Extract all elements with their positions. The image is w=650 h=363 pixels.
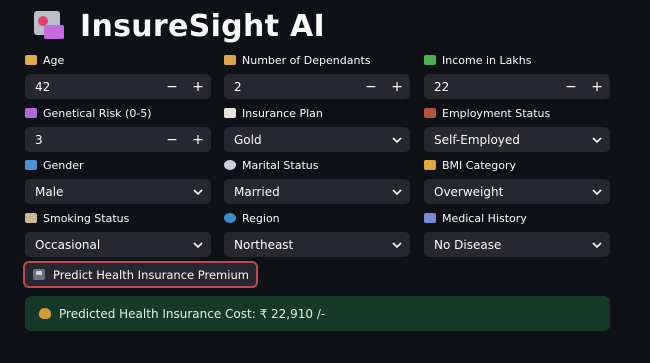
stethoscope-icon [424, 213, 436, 223]
dependants-input[interactable]: 2 − + [224, 74, 410, 99]
gender-select[interactable]: Male [25, 179, 211, 204]
employment-label: Employment Status [442, 106, 551, 120]
genetic-risk-decrement-button[interactable]: − [159, 127, 185, 152]
bmi-value: Overweight [434, 184, 504, 199]
bmi-select[interactable]: Overweight [424, 179, 610, 204]
employment-select[interactable]: Self-Employed [424, 127, 610, 152]
income-value: 22 [434, 79, 450, 94]
region-select[interactable]: Northeast [224, 232, 410, 257]
gender-value: Male [35, 184, 64, 199]
employment-value: Self-Employed [434, 132, 520, 147]
smoking-label: Smoking Status [43, 211, 130, 225]
globe-icon [224, 213, 236, 223]
chevron-down-icon[interactable] [384, 240, 410, 250]
genetic-risk-input[interactable]: 3 − + [25, 127, 211, 152]
calculator-icon [33, 269, 45, 280]
marital-label: Marital Status [242, 158, 319, 172]
medical-history-label: Medical History [442, 211, 527, 225]
dependants-label: Number of Dependants [242, 53, 371, 67]
money-bag-icon [39, 308, 51, 319]
money-icon [424, 55, 436, 65]
document-icon [224, 108, 236, 118]
insurance-plan-label: Insurance Plan [242, 106, 323, 120]
income-decrement-button[interactable]: − [558, 74, 584, 99]
marital-value: Married [234, 184, 280, 199]
chevron-down-icon[interactable] [584, 240, 610, 250]
chevron-down-icon[interactable] [384, 135, 410, 145]
income-input[interactable]: 22 − + [424, 74, 610, 99]
dna-icon [25, 108, 37, 118]
employment-field: Employment Status Self-Employed [424, 105, 610, 152]
page-title: InsureSight AI [80, 8, 325, 44]
insurance-card-icon [32, 11, 66, 41]
chevron-down-icon[interactable] [584, 187, 610, 197]
medical-history-select[interactable]: No Disease [424, 232, 610, 257]
predict-button-label: Predict Health Insurance Premium [53, 267, 249, 282]
region-field: Region Northeast [224, 210, 410, 257]
dependants-field: Number of Dependants 2 − + [224, 52, 410, 99]
dependants-decrement-button[interactable]: − [358, 74, 384, 99]
smoking-value: Occasional [35, 237, 101, 252]
predict-premium-button[interactable]: Predict Health Insurance Premium [23, 261, 258, 288]
cigarette-icon [25, 213, 37, 223]
chevron-down-icon[interactable] [185, 240, 211, 250]
age-label: Age [43, 53, 65, 67]
medical-history-value: No Disease [434, 237, 502, 252]
gender-icon [25, 160, 37, 170]
ring-icon [224, 160, 236, 170]
region-label: Region [242, 211, 280, 225]
dependants-value: 2 [234, 79, 242, 94]
dependants-increment-button[interactable]: + [384, 74, 410, 99]
income-field: Income in Lakhs 22 − + [424, 52, 610, 99]
genetic-risk-value: 3 [35, 132, 43, 147]
smoking-select[interactable]: Occasional [25, 232, 211, 257]
people-icon [224, 55, 236, 65]
region-value: Northeast [234, 237, 294, 252]
chevron-down-icon[interactable] [185, 187, 211, 197]
age-input[interactable]: 42 − + [25, 74, 211, 99]
age-value: 42 [35, 79, 51, 94]
briefcase-icon [424, 108, 436, 118]
prediction-result: Predicted Health Insurance Cost: ₹ 22,91… [25, 296, 610, 331]
smoking-field: Smoking Status Occasional [25, 210, 211, 257]
app-header: InsureSight AI [32, 6, 325, 46]
income-label: Income in Lakhs [442, 53, 532, 67]
gender-field: Gender Male [25, 157, 211, 204]
bmi-field: BMI Category Overweight [424, 157, 610, 204]
marital-field: Marital Status Married [224, 157, 410, 204]
genetic-risk-field: Genetical Risk (0-5) 3 − + [25, 105, 211, 152]
age-decrement-button[interactable]: − [159, 74, 185, 99]
scale-icon [424, 160, 436, 170]
insurance-plan-select[interactable]: Gold [224, 127, 410, 152]
medical-history-field: Medical History No Disease [424, 210, 610, 257]
cake-icon [25, 55, 37, 65]
income-increment-button[interactable]: + [584, 74, 610, 99]
prediction-result-text: Predicted Health Insurance Cost: ₹ 22,91… [59, 306, 326, 321]
bmi-label: BMI Category [442, 158, 517, 172]
age-increment-button[interactable]: + [185, 74, 211, 99]
age-field: Age 42 − + [25, 52, 211, 99]
marital-select[interactable]: Married [224, 179, 410, 204]
gender-label: Gender [43, 158, 84, 172]
chevron-down-icon[interactable] [384, 187, 410, 197]
genetic-risk-label: Genetical Risk (0-5) [43, 106, 152, 120]
chevron-down-icon[interactable] [584, 135, 610, 145]
insurance-plan-field: Insurance Plan Gold [224, 105, 410, 152]
insurance-plan-value: Gold [234, 132, 262, 147]
genetic-risk-increment-button[interactable]: + [185, 127, 211, 152]
